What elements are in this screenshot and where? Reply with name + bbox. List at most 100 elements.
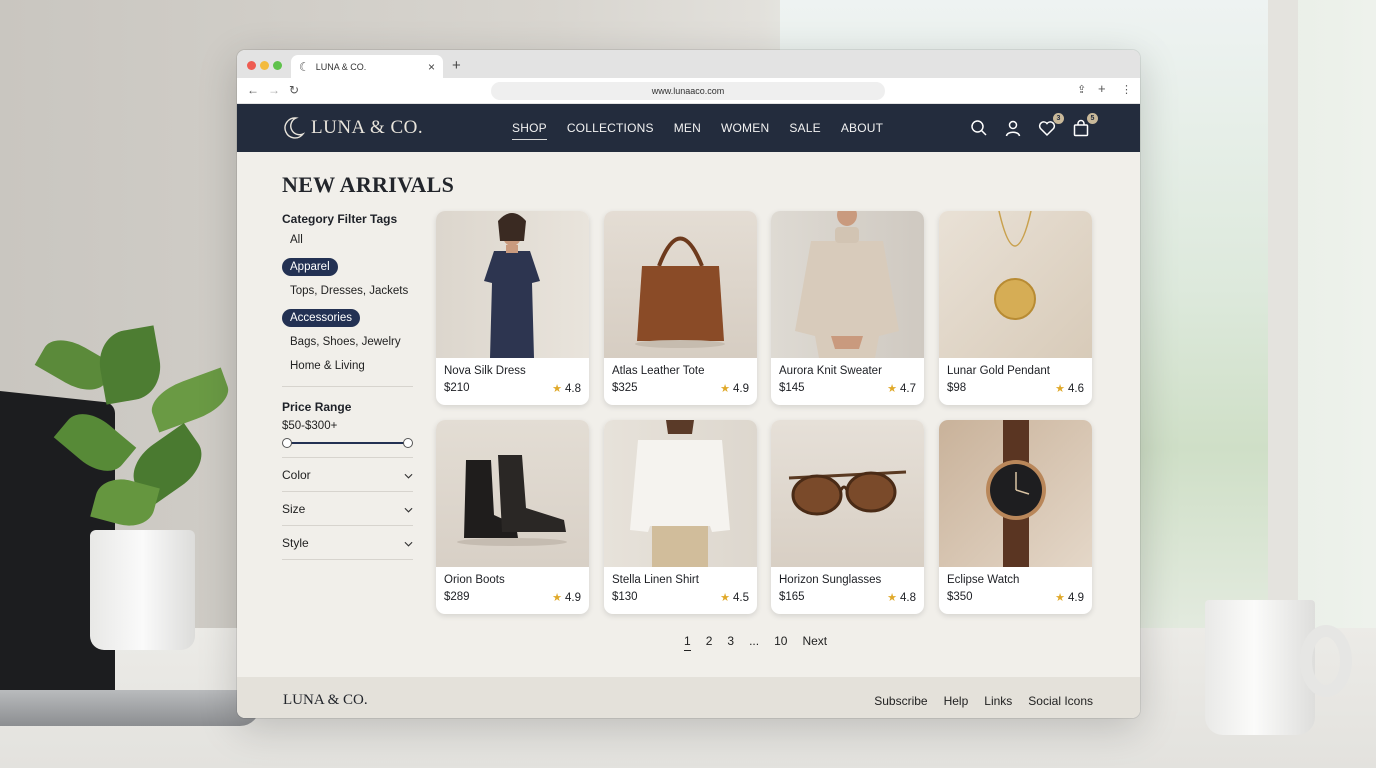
tag-apparel[interactable]: Apparel	[282, 258, 338, 276]
product-card[interactable]: Lunar Gold Pendant $98 ★ 4.6	[939, 211, 1092, 405]
price-slider-min-handle[interactable]	[282, 438, 292, 448]
main-nav: SHOP COLLECTIONS MEN WOMEN SALE ABOUT	[512, 121, 883, 140]
site-logo[interactable]: LUNA & CO.	[281, 116, 423, 140]
tag-tops-dresses-jackets[interactable]: Tops, Dresses, Jackets	[290, 285, 413, 305]
page-1-link[interactable]: 1	[684, 634, 691, 651]
star-icon: ★	[720, 383, 730, 395]
minimize-window-button[interactable]	[260, 61, 269, 70]
product-image-dress[interactable]	[436, 211, 589, 358]
maximize-window-button[interactable]	[273, 61, 282, 70]
tag-accessories[interactable]: Accessories	[282, 309, 360, 327]
product-price: $145	[779, 382, 805, 394]
product-image-pendant[interactable]	[939, 211, 1092, 358]
product-image-watch[interactable]	[939, 420, 1092, 567]
nav-collections[interactable]: COLLECTIONS	[567, 121, 654, 140]
product-card[interactable]: Orion Boots $289 ★ 4.9	[436, 420, 589, 614]
product-name: Atlas Leather Tote	[612, 365, 705, 377]
category-filter-heading: Category Filter Tags	[282, 212, 398, 226]
tag-home-living[interactable]: Home & Living	[290, 360, 413, 380]
nav-sale[interactable]: SALE	[789, 121, 821, 140]
product-price: $98	[947, 382, 967, 394]
account-icon[interactable]	[1004, 119, 1022, 137]
nav-women[interactable]: WOMEN	[721, 121, 769, 140]
new-tab-icon[interactable]: +	[452, 57, 461, 74]
product-rating: ★ 4.7	[887, 382, 916, 395]
search-icon[interactable]	[970, 119, 988, 137]
product-image-sunglasses[interactable]	[771, 420, 924, 567]
footer-links-link[interactable]: Links	[984, 694, 1012, 708]
address-field[interactable]: www.lunaaco.com	[491, 82, 885, 100]
footer-logo[interactable]: LUNA & CO.	[283, 692, 368, 709]
filter-divider	[282, 559, 413, 560]
share-icon[interactable]: ⇪	[1077, 83, 1086, 96]
size-filter-label: Size	[282, 501, 306, 516]
close-tab-icon[interactable]: ×	[428, 60, 435, 74]
star-icon: ★	[552, 592, 562, 604]
product-image-sweater[interactable]	[771, 211, 924, 358]
nav-about[interactable]: ABOUT	[841, 121, 883, 140]
footer-help-link[interactable]: Help	[944, 694, 969, 708]
rating-value: 4.8	[565, 383, 581, 395]
product-image-boots[interactable]	[436, 420, 589, 567]
pagination-ellipsis: ...	[749, 634, 760, 648]
product-card[interactable]: Atlas Leather Tote $325 ★ 4.9	[604, 211, 757, 405]
color-filter-accordion[interactable]: Color	[282, 458, 413, 491]
page-3-link[interactable]: 3	[727, 634, 734, 651]
price-range-value: $50-$300+	[282, 420, 338, 432]
next-page-link[interactable]: Next	[802, 634, 827, 651]
forward-icon[interactable]: →	[268, 83, 280, 97]
back-icon[interactable]: ←	[247, 83, 259, 97]
add-icon[interactable]: +	[1098, 81, 1106, 96]
background-plant-pot	[90, 530, 195, 650]
cart-count-badge: 5	[1087, 113, 1098, 124]
footer-social-icons-link[interactable]: Social Icons	[1028, 694, 1093, 708]
product-price: $325	[612, 382, 638, 394]
more-icon[interactable]: ⋮	[1121, 83, 1132, 96]
tab-bar: ☾ LUNA & CO. × +	[237, 50, 1140, 78]
size-filter-accordion[interactable]: Size	[282, 492, 413, 525]
product-price: $130	[612, 591, 638, 603]
rating-value: 4.8	[900, 592, 916, 604]
footer-subscribe-link[interactable]: Subscribe	[874, 694, 927, 708]
rating-value: 4.5	[733, 592, 749, 604]
page-2-link[interactable]: 2	[706, 634, 713, 651]
nav-shop[interactable]: SHOP	[512, 121, 547, 140]
url-bar: ← → ↻ www.lunaaco.com ⇪ + ⋮	[237, 78, 1140, 104]
product-card[interactable]: Eclipse Watch $350 ★ 4.9	[939, 420, 1092, 614]
product-card[interactable]: Nova Silk Dress $210 ★ 4.8	[436, 211, 589, 405]
product-price: $165	[779, 591, 805, 603]
product-rating: ★ 4.8	[887, 591, 916, 604]
product-price: $350	[947, 591, 973, 603]
style-filter-accordion[interactable]: Style	[282, 526, 413, 559]
tag-bags-shoes-jewelry[interactable]: Bags, Shoes, Jewelry	[290, 336, 413, 356]
product-image-shirt[interactable]	[604, 420, 757, 567]
product-image-tote[interactable]	[604, 211, 757, 358]
close-window-button[interactable]	[247, 61, 256, 70]
product-card[interactable]: Horizon Sunglasses $165 ★ 4.8	[771, 420, 924, 614]
price-slider-max-handle[interactable]	[403, 438, 413, 448]
tab-title: LUNA & CO.	[315, 61, 367, 72]
page-10-link[interactable]: 10	[774, 634, 787, 651]
browser-tab[interactable]: ☾ LUNA & CO. ×	[291, 55, 443, 78]
heart-icon[interactable]: 3	[1038, 113, 1064, 137]
reload-icon[interactable]: ↻	[289, 83, 299, 97]
star-icon: ★	[552, 383, 562, 395]
bag-icon[interactable]: 5	[1072, 113, 1098, 137]
product-rating: ★ 4.9	[552, 591, 581, 604]
star-icon: ★	[887, 383, 897, 395]
product-rating: ★ 4.9	[1055, 591, 1084, 604]
product-rating: ★ 4.9	[720, 382, 749, 395]
product-rating: ★ 4.8	[552, 382, 581, 395]
product-card[interactable]: Stella Linen Shirt $130 ★ 4.5	[604, 420, 757, 614]
price-slider-track	[286, 442, 409, 444]
tag-all[interactable]: All	[290, 234, 413, 254]
site-header: LUNA & CO. SHOP COLLECTIONS MEN WOMEN SA…	[237, 104, 1140, 152]
nav-men[interactable]: MEN	[674, 121, 701, 140]
product-name: Horizon Sunglasses	[779, 574, 882, 586]
price-slider[interactable]	[282, 438, 413, 448]
chevron-down-icon	[404, 502, 413, 516]
star-icon: ★	[720, 592, 730, 604]
product-card[interactable]: Aurora Knit Sweater $145 ★ 4.7	[771, 211, 924, 405]
style-filter-label: Style	[282, 535, 309, 550]
product-name: Eclipse Watch	[947, 574, 1020, 586]
